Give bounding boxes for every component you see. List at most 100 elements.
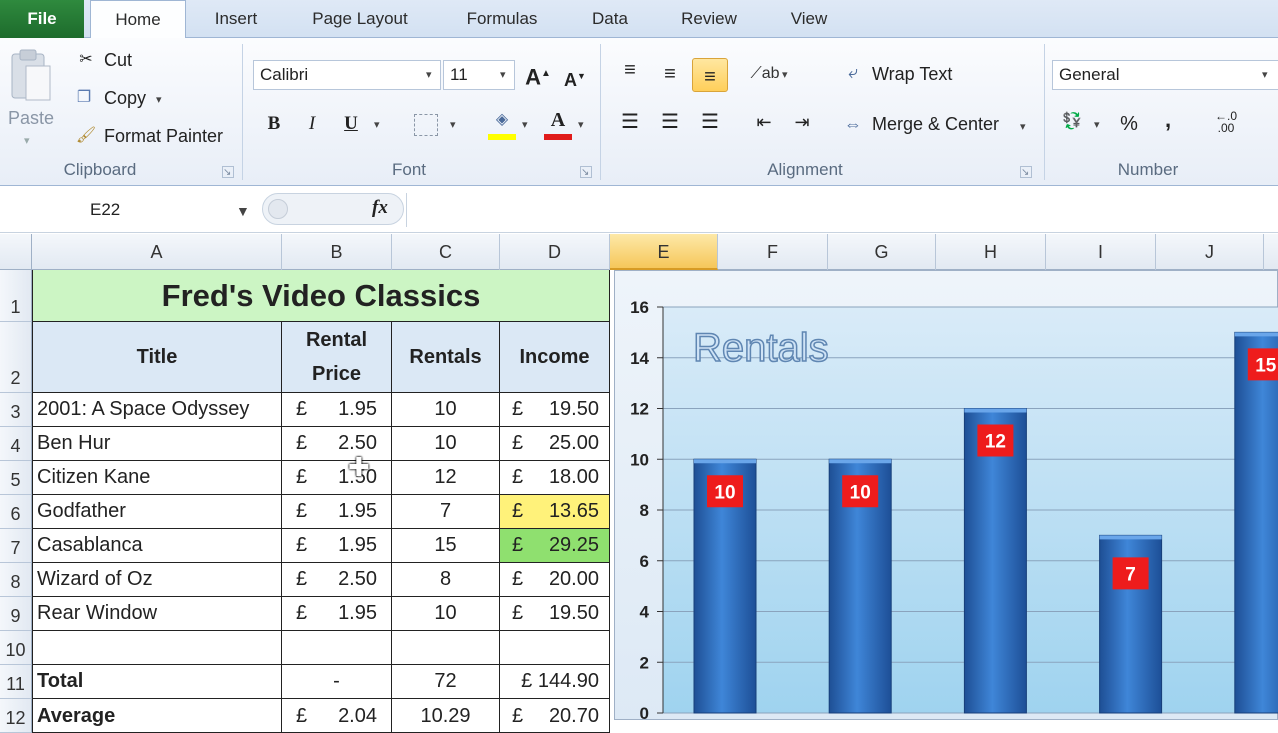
tab-insert[interactable]: Insert	[194, 0, 278, 38]
increase-indent-icon[interactable]: ⇥	[788, 110, 816, 134]
price-cell[interactable]: £1.95	[282, 529, 392, 563]
column-header-i[interactable]: I	[1046, 234, 1156, 270]
fill-color-icon[interactable]: ◈	[488, 108, 516, 132]
price-cell[interactable]: £1.50	[282, 461, 392, 495]
comma-style-button[interactable]: ,	[1158, 108, 1178, 132]
sheet-title-cell[interactable]: Fred's Video Classics	[32, 270, 610, 322]
row-header-4[interactable]: 4	[0, 427, 32, 461]
rentals-cell[interactable]: 15	[392, 529, 500, 563]
rentals-cell[interactable]: 10	[392, 597, 500, 631]
row-header-6[interactable]: 6	[0, 495, 32, 529]
number-format-dropdown-icon[interactable]: ▾	[1262, 68, 1268, 81]
shrink-font-icon[interactable]: A▼	[562, 64, 588, 92]
alignment-launcher-icon[interactable]: ↘	[1020, 166, 1032, 178]
format-painter-button[interactable]: Format Painter	[104, 126, 223, 147]
row-header-1[interactable]: 1	[0, 270, 32, 322]
total-price-cell[interactable]: -	[282, 665, 392, 699]
tab-view[interactable]: View	[774, 0, 844, 38]
title-cell[interactable]: 2001: A Space Odyssey	[32, 393, 282, 427]
row-header-12[interactable]: 12	[0, 699, 32, 733]
font-launcher-icon[interactable]: ↘	[580, 166, 592, 178]
align-top-icon[interactable]: ≡	[616, 58, 644, 82]
cut-button[interactable]: Cut	[104, 50, 132, 71]
average-income-cell[interactable]: £20.70	[500, 699, 610, 733]
title-cell[interactable]: Casablanca	[32, 529, 282, 563]
price-cell[interactable]: £1.95	[282, 393, 392, 427]
price-cell[interactable]: £1.95	[282, 597, 392, 631]
rentals-cell[interactable]: 8	[392, 563, 500, 597]
tab-home[interactable]: Home	[90, 0, 186, 39]
title-cell[interactable]: Godfather	[32, 495, 282, 529]
column-header-b[interactable]: B	[282, 234, 392, 270]
wrap-text-button[interactable]: Wrap Text	[872, 64, 952, 85]
align-right-icon[interactable]: ☰	[696, 110, 724, 134]
accounting-format-icon[interactable]: 💱	[1058, 110, 1086, 134]
column-header-g[interactable]: G	[828, 234, 936, 270]
column-header-e[interactable]: E	[610, 234, 718, 270]
font-color-icon[interactable]: A	[546, 108, 570, 132]
rentals-cell[interactable]: 7	[392, 495, 500, 529]
column-header-c[interactable]: C	[392, 234, 500, 270]
name-box-dropdown-icon[interactable]: ▼	[236, 203, 250, 219]
total-income-cell[interactable]: £ 144.90	[500, 665, 610, 699]
income-cell[interactable]: £20.00	[500, 563, 610, 597]
price-cell[interactable]: £2.50	[282, 563, 392, 597]
merge-center-dropdown-icon[interactable]: ▾	[1020, 120, 1026, 133]
font-family-dropdown-icon[interactable]: ▾	[426, 68, 432, 81]
percent-style-button[interactable]: %	[1116, 112, 1142, 136]
increase-decimal-icon[interactable]: ←.0.00	[1206, 110, 1246, 134]
price-cell[interactable]: £1.95	[282, 495, 392, 529]
title-cell[interactable]: Citizen Kane	[32, 461, 282, 495]
empty-cell[interactable]	[32, 631, 282, 665]
row-header-7[interactable]: 7	[0, 529, 32, 563]
paste-dropdown-icon[interactable]: ▾	[24, 134, 30, 147]
average-rentals-cell[interactable]: 10.29	[392, 699, 500, 733]
orientation-icon[interactable]: ⟋ab	[750, 62, 780, 86]
header-income-cell[interactable]: Income	[500, 322, 610, 393]
italic-button[interactable]: I	[302, 112, 322, 136]
name-box[interactable]: E22	[0, 195, 255, 225]
bold-button[interactable]: B	[262, 112, 286, 136]
borders-dropdown-icon[interactable]: ▾	[450, 118, 456, 131]
empty-cell[interactable]	[500, 631, 610, 665]
total-label-cell[interactable]: Total	[32, 665, 282, 699]
paste-button[interactable]: Paste	[8, 108, 54, 129]
font-size-dropdown-icon[interactable]: ▾	[500, 68, 506, 81]
clipboard-launcher-icon[interactable]: ↘	[222, 166, 234, 178]
align-left-icon[interactable]: ☰	[616, 110, 644, 134]
column-header-d[interactable]: D	[500, 234, 610, 270]
income-cell[interactable]: £19.50	[500, 393, 610, 427]
income-cell[interactable]: £19.50	[500, 597, 610, 631]
underline-dropdown-icon[interactable]: ▾	[374, 118, 380, 131]
fill-color-dropdown-icon[interactable]: ▾	[522, 118, 528, 131]
row-header-9[interactable]: 9	[0, 597, 32, 631]
column-header-h[interactable]: H	[936, 234, 1046, 270]
borders-icon[interactable]	[414, 114, 438, 136]
insert-function-button[interactable]: fx	[372, 197, 388, 219]
align-bottom-icon[interactable]: ≡	[692, 58, 728, 92]
column-header-f[interactable]: F	[718, 234, 828, 270]
income-cell[interactable]: £29.25	[500, 529, 610, 563]
title-cell[interactable]: Ben Hur	[32, 427, 282, 461]
select-all-corner[interactable]	[0, 234, 32, 270]
tab-formulas[interactable]: Formulas	[448, 0, 556, 38]
average-price-cell[interactable]: £2.04	[282, 699, 392, 733]
row-header-10[interactable]: 10	[0, 631, 32, 665]
title-cell[interactable]: Rear Window	[32, 597, 282, 631]
empty-cell[interactable]	[282, 631, 392, 665]
column-header-a[interactable]: A	[32, 234, 282, 270]
copy-button[interactable]: Copy	[104, 88, 146, 109]
rentals-cell[interactable]: 10	[392, 427, 500, 461]
header-rentals-cell[interactable]: Rentals	[392, 322, 500, 393]
tab-page-layout[interactable]: Page Layout	[294, 0, 426, 38]
row-header-5[interactable]: 5	[0, 461, 32, 495]
decrease-indent-icon[interactable]: ⇤	[750, 110, 778, 134]
paste-icon[interactable]	[8, 48, 54, 104]
font-family-combo[interactable]: Calibri	[253, 60, 441, 90]
income-cell[interactable]: £18.00	[500, 461, 610, 495]
rentals-cell[interactable]: 10	[392, 393, 500, 427]
rentals-chart[interactable]: 0 2 4 6 8 10 12 14 16 10 10 12 7 15 Rentals	[614, 270, 1278, 723]
income-cell[interactable]: £13.65	[500, 495, 610, 529]
rentals-cell[interactable]: 12	[392, 461, 500, 495]
title-cell[interactable]: Wizard of Oz	[32, 563, 282, 597]
